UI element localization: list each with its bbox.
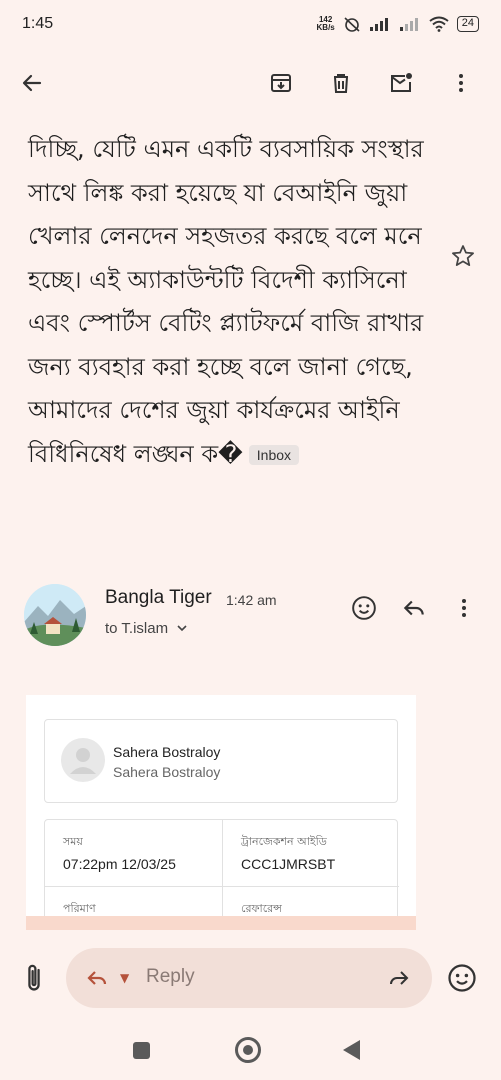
net-speed-unit: KB/s [316, 23, 335, 32]
star-button[interactable] [450, 243, 476, 269]
field-value: CCC1JMRSBT [241, 856, 336, 872]
embed-footer-strip [26, 916, 416, 930]
email-toolbar [0, 58, 501, 108]
recipient-details-toggle[interactable]: to T.islam [105, 620, 188, 637]
archive-icon [271, 74, 291, 92]
landscape-avatar-icon [24, 584, 86, 646]
emoji-icon [352, 596, 376, 620]
react-button[interactable] [350, 594, 378, 622]
status-time: 1:45 [22, 15, 54, 32]
status-bar: 1:45 142 KB/s 24 [0, 0, 501, 48]
field-label: ট্রানজেকশন আইডি [241, 835, 327, 848]
reply-quick-button[interactable] [400, 594, 428, 622]
star-icon [452, 245, 474, 266]
sender-row: Bangla Tiger 1:42 am to T.islam [24, 584, 484, 648]
emoji-button[interactable] [447, 963, 477, 997]
back-button[interactable] [20, 63, 60, 103]
recipient-line: to T.islam [105, 620, 169, 637]
reply-bar: ▼ Reply [0, 946, 501, 1010]
signal-icon [369, 18, 388, 31]
paperclip-icon [28, 964, 40, 991]
sender-actions [350, 594, 478, 622]
subject-text: দিচ্ছি, যেটি এমন একটি ব্যবসায়িক সংস্থার… [28, 135, 424, 468]
forward-icon[interactable] [386, 966, 412, 990]
mark-unread-button[interactable] [381, 63, 421, 103]
more-vert-icon [459, 74, 463, 92]
emoji-icon [448, 964, 476, 992]
person-icon [70, 748, 96, 774]
account-name-secondary: Sahera Bostraloy [113, 764, 221, 780]
system-back-button[interactable] [343, 1040, 360, 1060]
inbox-label-chip[interactable]: Inbox [248, 444, 300, 465]
placeholder-avatar [61, 738, 105, 782]
embedded-receipt: Sahera Bostraloy Sahera Bostraloy সময় 0… [26, 695, 416, 930]
reply-icon [403, 600, 424, 616]
archive-button[interactable] [261, 63, 301, 103]
reply-type-dropdown[interactable]: ▼ [120, 971, 129, 985]
home-button[interactable] [235, 1037, 261, 1063]
battery-indicator: 24 [456, 16, 479, 32]
transaction-grid: সময় 07:22pm 12/03/25 ট্রানজেকশন আইডি CC… [44, 819, 399, 930]
more-vert-icon [462, 599, 466, 617]
trash-icon [334, 74, 348, 93]
alarm-off-icon [344, 17, 360, 32]
status-icons: 142 KB/s 24 [317, 16, 479, 32]
reply-icon [87, 971, 107, 985]
delete-button[interactable] [321, 63, 361, 103]
reply-field[interactable]: ▼ Reply [66, 948, 432, 1008]
signal-weak-icon [399, 18, 418, 31]
attach-button[interactable] [20, 962, 48, 994]
reply-placeholder: Reply [146, 966, 195, 987]
more-options-button[interactable] [441, 63, 481, 103]
transaction-field: ট্রানজেকশন আইডি CCC1JMRSBT [222, 820, 399, 886]
system-nav-bar [0, 1030, 501, 1070]
message-more-button[interactable] [450, 594, 478, 622]
wifi-icon [429, 16, 449, 32]
mail-unread-icon [391, 73, 412, 92]
net-speed: 142 KB/s [317, 16, 335, 32]
arrow-left-icon [22, 74, 42, 92]
recents-button[interactable] [133, 1042, 150, 1059]
chevron-down-icon [177, 625, 187, 632]
sent-time: 1:42 am [226, 592, 277, 608]
field-label: সময় [63, 835, 83, 848]
account-card: Sahera Bostraloy Sahera Bostraloy [44, 719, 398, 803]
account-name-primary: Sahera Bostraloy [113, 744, 221, 760]
email-subject: দিচ্ছি, যেটি এমন একটি ব্যবসায়িক সংস্থার… [28, 128, 438, 476]
sender-name: Bangla Tiger [105, 587, 212, 608]
transaction-field: সময় 07:22pm 12/03/25 [45, 820, 222, 886]
field-value: 07:22pm 12/03/25 [63, 856, 176, 872]
sender-avatar[interactable] [24, 584, 86, 646]
